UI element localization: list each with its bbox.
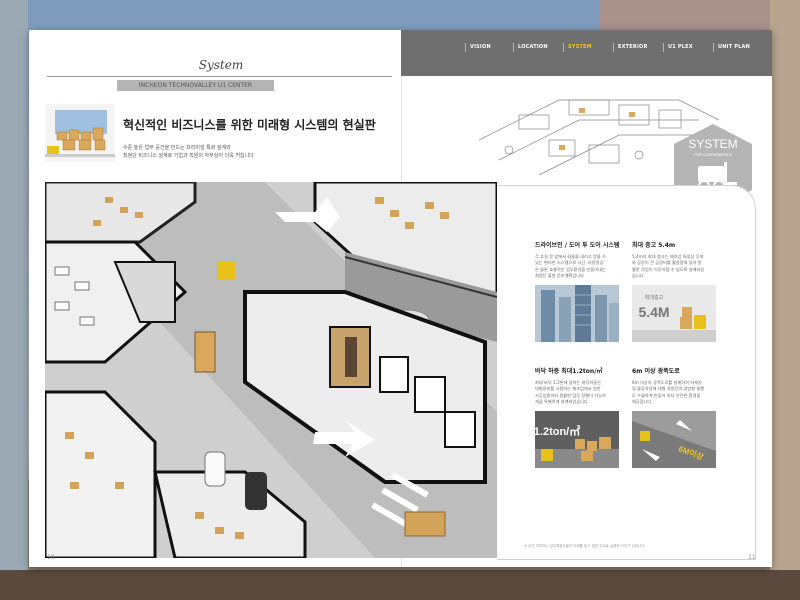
headline: 혁신적인 비즈니스를 위한 미래형 시스템의 현실판 bbox=[123, 118, 376, 132]
desc-line-2: 최첨단 비즈니스 설계로 기업과 직원의 자부심이 더욱 커집니다 bbox=[123, 153, 254, 159]
nav-exterior[interactable]: EXTERIOR bbox=[613, 43, 648, 52]
desc-line: 게끔 특별하게 설계되었습니다 bbox=[535, 398, 588, 404]
load-label: 1.2ton/㎡ bbox=[535, 424, 580, 438]
page-number-right: 11 bbox=[748, 554, 756, 561]
feature-desc: 최대 바닥 1.2톤에 달하는 바닥하중은 대형장비를 사용하는 제조업에서 일… bbox=[535, 380, 633, 405]
nav-vision[interactable]: VISION bbox=[465, 43, 491, 52]
desc-line: 제공합니다 bbox=[632, 398, 652, 404]
brochure-spread: System INCHEON TECHNOVALLEY U1 CENTER 혁신… bbox=[29, 30, 772, 567]
headline-description: 수준 높은 업무 공간을 만드는 프리미엄 특화 설계와 최첨단 비즈니스 설계… bbox=[123, 144, 343, 160]
top-navigation: VISION LOCATION SYSTEM EXTERIOR U1 PLEX … bbox=[401, 30, 772, 76]
desc-line: 습니다 bbox=[632, 272, 644, 278]
feature-ceiling-height: 최대 층고 5.4m 5.4m의 최대 층고는 제조업 특성상 무게 와 공장이… bbox=[632, 240, 730, 279]
height-small-label: 최대층고 bbox=[645, 294, 664, 301]
footnote: ※ 상기 이미지는 입주예정자들의 이해를 돕기 위한 것으로 실제와 차이가 … bbox=[524, 544, 646, 548]
feature-drive-in: 드라이브인 / 도어 투 도어 시스템 각 호실 문 앞에서 화물을 내리고 받… bbox=[535, 240, 633, 279]
floor-plan-illustration bbox=[45, 182, 497, 558]
warehouse-thumbnail bbox=[45, 104, 115, 162]
feature-desc: 각 호실 문 앞에서 화물을 내리고 받을 수 있는 편리한 시스템으로 시간,… bbox=[535, 254, 633, 279]
feature-wide-road: 6m 이상 광폭도로 6m 이상의 광폭도로를 설계하여 차계차 및 물류차량에… bbox=[632, 366, 730, 405]
photo-ceiling-height: 최대층고 5.4M bbox=[632, 285, 716, 342]
nav-u1-plex[interactable]: U1 PLEX bbox=[663, 43, 693, 52]
divider bbox=[47, 76, 392, 77]
photo-floor-load: 1.2ton/㎡ bbox=[535, 411, 619, 468]
feature-title: 드라이브인 / 도어 투 도어 시스템 bbox=[535, 242, 620, 249]
photo-wide-road: 6M이상 bbox=[632, 411, 716, 468]
nav-system[interactable]: SYSTEM bbox=[563, 43, 592, 52]
badge-subtitle: FOR CONVENIENCE bbox=[694, 152, 733, 157]
subtitle-bar: INCHEON TECHNOVALLEY U1 CENTER bbox=[117, 80, 274, 91]
photo-buildings bbox=[535, 285, 619, 342]
nav-location[interactable]: LOCATION bbox=[513, 43, 548, 52]
page-number-left: 10 bbox=[47, 554, 55, 561]
desc-line-1: 수준 높은 업무 공간을 만드는 프리미엄 특화 설계와 bbox=[123, 145, 231, 151]
feature-desc: 6m 이상의 광폭도로를 설계하여 차계차 및 물류차량에 대형 차량간의 양방… bbox=[632, 380, 730, 405]
feature-title: 최대 층고 5.4m bbox=[632, 242, 676, 249]
feature-title: 바닥 하중 최대1.2ton/㎡ bbox=[535, 368, 603, 375]
feature-floor-load: 바닥 하중 최대1.2ton/㎡ 최대 바닥 1.2톤에 달하는 바닥하중은 대… bbox=[535, 366, 633, 405]
feature-desc: 5.4m의 최대 층고는 제조업 특성상 무게 와 공장이 큰 공장비를 활용함… bbox=[632, 254, 730, 279]
feature-title: 6m 이상 광폭도로 bbox=[632, 368, 680, 375]
badge-title: SYSTEM bbox=[688, 137, 737, 151]
nav-unit-plan[interactable]: UNIT PLAN bbox=[713, 43, 750, 52]
desc-line: 최첨단 출발 준비계획입니다 bbox=[535, 272, 584, 278]
height-label: 5.4M bbox=[638, 304, 669, 320]
section-title: System bbox=[198, 58, 244, 72]
